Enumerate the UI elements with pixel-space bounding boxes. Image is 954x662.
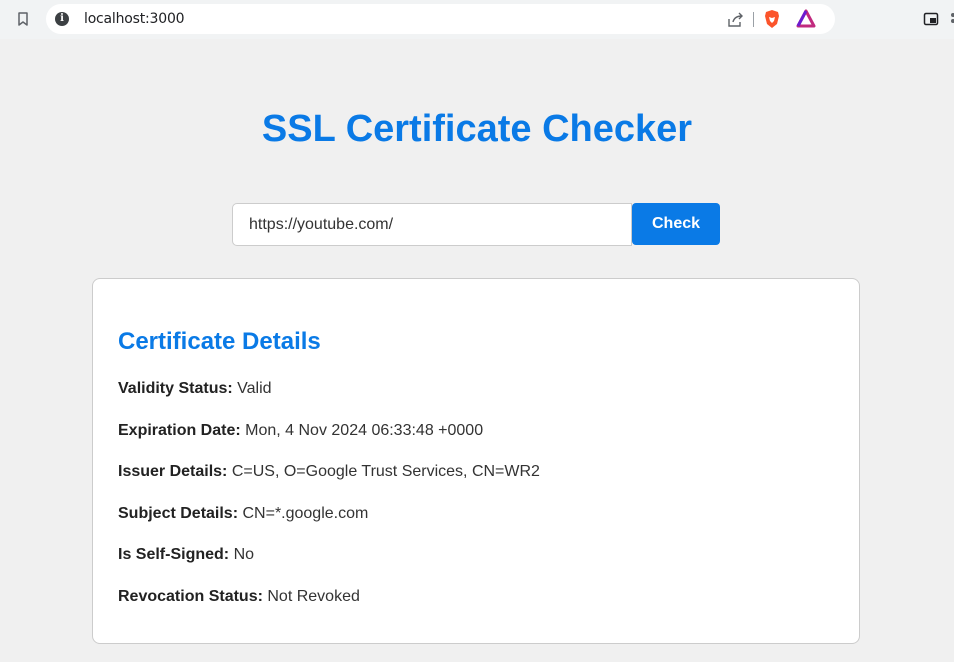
detail-label: Expiration Date: (118, 422, 241, 439)
detail-value: CN=*.google.com (242, 505, 369, 522)
detail-value: Not Revoked (267, 588, 360, 605)
extensions-icon[interactable] (948, 11, 954, 27)
picture-in-picture-icon[interactable] (923, 11, 939, 27)
detail-value: C=US, O=Google Trust Services, CN=WR2 (231, 463, 540, 480)
url-input[interactable] (232, 203, 632, 246)
detail-label: Issuer Details: (118, 463, 228, 480)
certificate-details-card: Certificate Details Validity Status: Val… (92, 278, 860, 644)
detail-label: Revocation Status: (118, 588, 263, 605)
browser-toolbar: i localhost:3000 (0, 0, 954, 39)
issuer-details-row: Issuer Details: C=US, O=Google Trust Ser… (118, 463, 540, 481)
site-info-icon[interactable]: i (55, 12, 69, 26)
bookmark-icon[interactable] (14, 10, 32, 28)
revocation-status-row: Revocation Status: Not Revoked (118, 588, 360, 606)
check-button[interactable]: Check (632, 203, 720, 245)
address-bar[interactable]: i localhost:3000 (46, 4, 835, 34)
detail-label: Subject Details: (118, 505, 239, 522)
detail-label: Validity Status: (118, 380, 233, 397)
certificate-details-heading: Certificate Details (118, 328, 321, 355)
detail-label: Is Self-Signed: (118, 546, 230, 563)
detail-value: No (233, 546, 255, 563)
omnibox-divider (753, 12, 754, 27)
page-title: SSL Certificate Checker (261, 108, 693, 150)
brave-rewards-icon[interactable] (796, 9, 816, 29)
share-icon[interactable] (726, 11, 744, 29)
brave-shields-icon[interactable] (762, 9, 782, 29)
self-signed-row: Is Self-Signed: No (118, 546, 254, 564)
subject-details-row: Subject Details: CN=*.google.com (118, 505, 368, 523)
expiration-date-row: Expiration Date: Mon, 4 Nov 2024 06:33:4… (118, 422, 483, 440)
detail-value: Valid (237, 380, 272, 397)
detail-value: Mon, 4 Nov 2024 06:33:48 +0000 (245, 422, 484, 439)
validity-status-row: Validity Status: Valid (118, 380, 272, 398)
address-bar-url[interactable]: localhost:3000 (84, 11, 185, 27)
